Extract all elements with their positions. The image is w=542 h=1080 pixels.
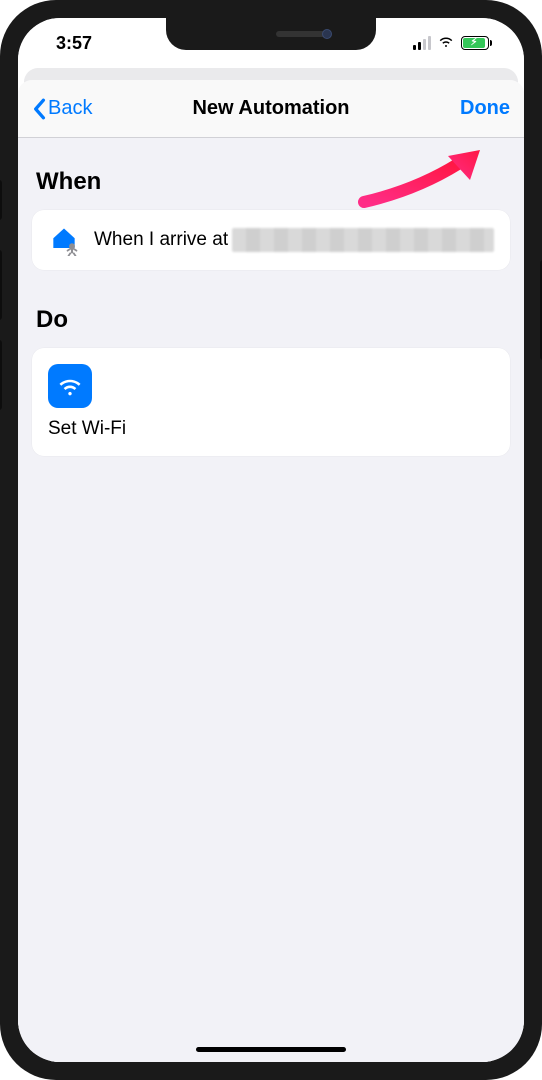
side-button-mute — [0, 180, 2, 220]
speaker-grille — [276, 31, 328, 37]
back-label: Back — [48, 97, 92, 120]
front-camera — [322, 29, 332, 39]
modal-sheet: Back New Automation Done When — [18, 80, 524, 1062]
arrive-home-icon — [48, 224, 80, 256]
cellular-signal-icon — [413, 36, 431, 50]
home-indicator[interactable] — [196, 1047, 346, 1052]
content-area: When When I arrive at — [18, 138, 524, 1062]
wifi-status-icon — [437, 32, 455, 55]
screen: 3:57 ⚡︎ — [18, 18, 524, 1062]
battery-charging-icon: ⚡︎ — [461, 36, 492, 50]
phone-frame: 3:57 ⚡︎ — [0, 0, 542, 1080]
do-action-label: Set Wi-Fi — [48, 418, 494, 440]
navigation-bar: Back New Automation Done — [18, 80, 524, 138]
done-label: Done — [460, 97, 510, 120]
when-trigger-card[interactable]: When I arrive at — [32, 210, 510, 270]
page-title: New Automation — [18, 97, 524, 120]
when-trigger-prefix: When I arrive at — [94, 229, 228, 251]
when-trigger-text: When I arrive at — [94, 228, 494, 252]
chevron-left-icon — [32, 98, 46, 120]
sheet-stack: Back New Automation Done When — [18, 68, 524, 1062]
status-time: 3:57 — [46, 33, 92, 54]
location-redacted — [232, 228, 494, 252]
back-button[interactable]: Back — [32, 97, 92, 120]
wifi-action-icon — [48, 364, 92, 408]
side-button-vol-down — [0, 340, 2, 410]
side-button-vol-up — [0, 250, 2, 320]
notch — [166, 18, 376, 50]
done-button[interactable]: Done — [460, 97, 510, 120]
when-section-header: When — [36, 168, 506, 196]
status-icons: ⚡︎ — [413, 32, 496, 55]
do-section-header: Do — [36, 306, 506, 334]
do-action-card[interactable]: Set Wi-Fi — [32, 348, 510, 456]
